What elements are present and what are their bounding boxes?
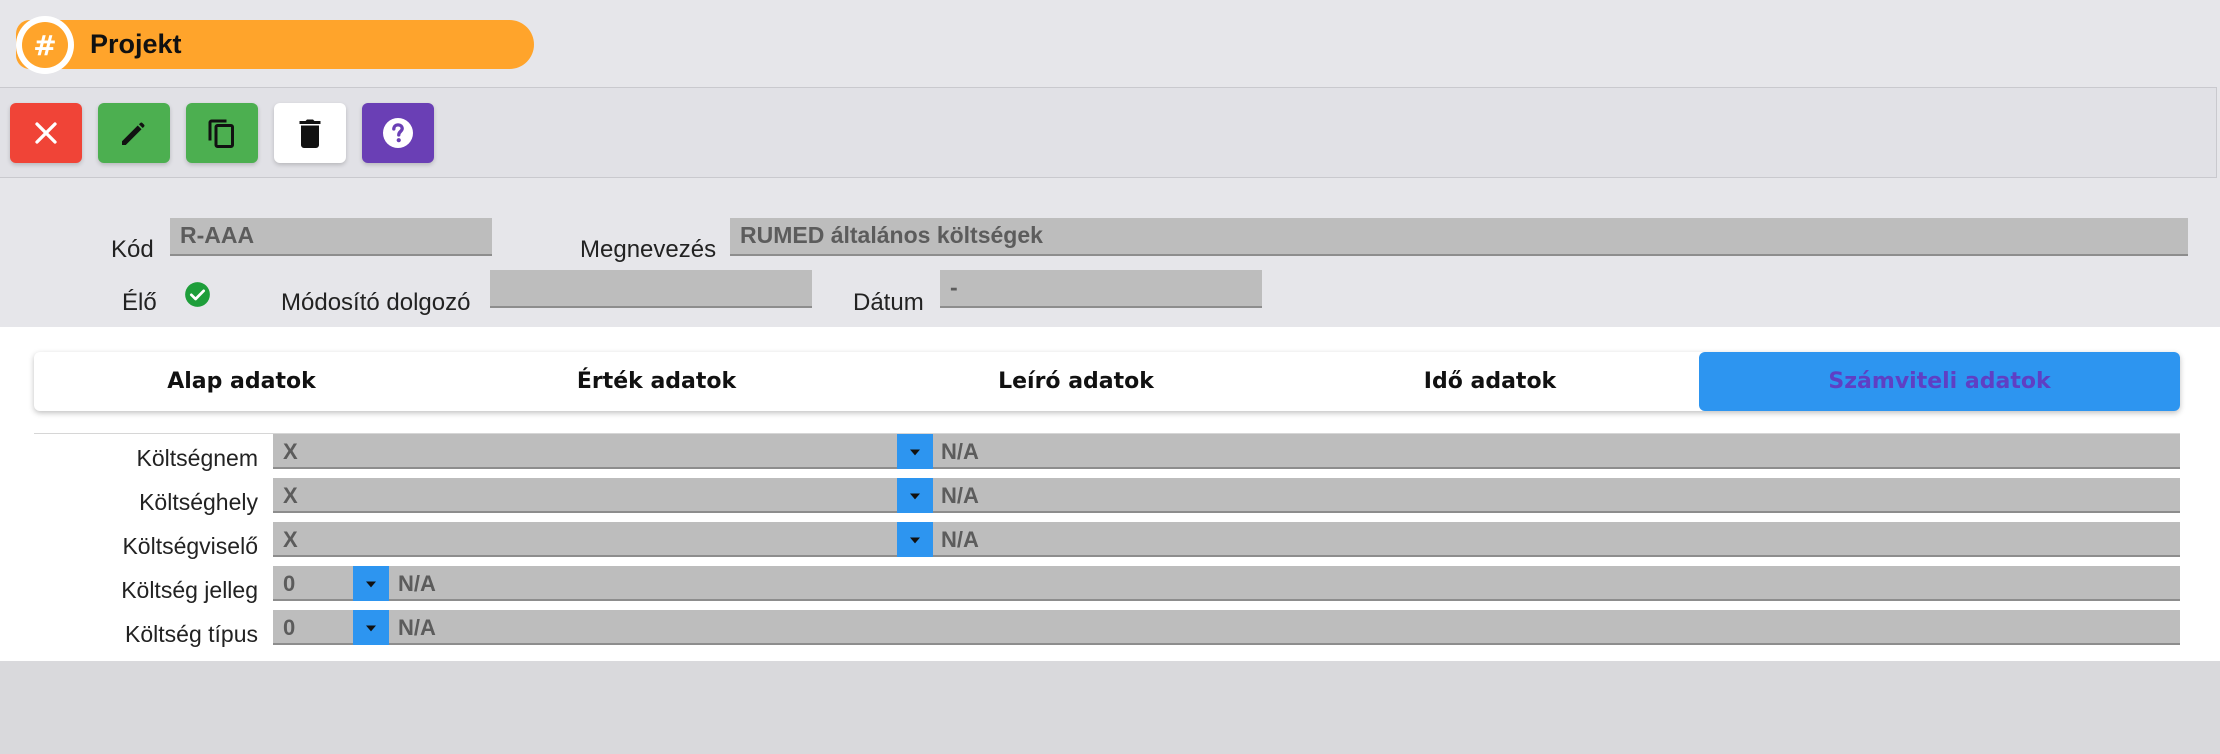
copy-icon bbox=[208, 119, 234, 148]
koltseg-jelleg-code: 0 bbox=[283, 571, 296, 596]
caret-down-icon bbox=[910, 493, 920, 499]
koltseg-tipus-code: 0 bbox=[283, 615, 296, 640]
koltsegviselo-select[interactable]: X N/A bbox=[273, 522, 2180, 557]
check-circle-icon[interactable] bbox=[184, 281, 211, 308]
delete-button[interactable] bbox=[274, 103, 346, 163]
megnevezes-label: Megnevezés bbox=[580, 236, 717, 263]
close-icon bbox=[35, 122, 57, 144]
tab-leiro-adatok[interactable]: Leíró adatok bbox=[864, 352, 1288, 411]
modosito-field[interactable] bbox=[490, 270, 812, 308]
koltsegnem-label: Költségnem bbox=[136, 445, 258, 471]
kod-field[interactable]: R-AAA bbox=[170, 218, 492, 256]
koltseghely-label: Költséghely bbox=[139, 489, 258, 515]
datum-label: Dátum bbox=[853, 289, 924, 316]
close-button[interactable] bbox=[10, 103, 82, 163]
tab-szamviteli-adatok[interactable]: Számviteli adatok bbox=[1699, 352, 2180, 411]
tab-alap-adatok[interactable]: Alap adatok bbox=[34, 352, 449, 411]
kod-label: Kód bbox=[111, 236, 154, 263]
koltseghely-select[interactable]: X N/A bbox=[273, 478, 2180, 513]
help-icon bbox=[383, 118, 413, 148]
koltseg-tipus-desc: N/A bbox=[398, 615, 436, 640]
koltsegviselo-desc: N/A bbox=[941, 527, 979, 552]
koltseg-tipus-dropdown[interactable] bbox=[353, 610, 389, 645]
header-area: # Projekt Kód R-AAA Megnevezés RUMED ált… bbox=[0, 0, 2220, 327]
koltseg-tipus-label: Költség típus bbox=[125, 621, 258, 647]
koltseghely-dropdown[interactable] bbox=[897, 478, 933, 513]
caret-down-icon bbox=[366, 625, 376, 631]
trash-icon bbox=[299, 119, 321, 148]
toolbar bbox=[0, 87, 2217, 178]
elo-label: Élő bbox=[122, 289, 157, 316]
hash-icon: # bbox=[16, 16, 74, 74]
pencil-icon bbox=[122, 122, 145, 145]
help-button[interactable] bbox=[362, 103, 434, 163]
caret-down-icon bbox=[910, 537, 920, 543]
title-icon-glyph: # bbox=[22, 22, 68, 68]
datum-field[interactable]: - bbox=[940, 270, 1262, 308]
koltsegnem-desc: N/A bbox=[941, 439, 979, 464]
koltsegviselo-label: Költségviselő bbox=[122, 533, 258, 559]
koltseg-tipus-select[interactable]: 0 N/A bbox=[273, 610, 2180, 645]
koltsegnem-select[interactable]: X N/A bbox=[273, 434, 2180, 469]
koltseghely-code: X bbox=[283, 483, 298, 508]
tab-ertek-adatok[interactable]: Érték adatok bbox=[449, 352, 864, 411]
caret-down-icon bbox=[910, 449, 920, 455]
edit-button[interactable] bbox=[98, 103, 170, 163]
koltsegnem-dropdown[interactable] bbox=[897, 434, 933, 469]
detail-panel: Alap adatok Érték adatok Leíró adatok Id… bbox=[0, 327, 2220, 661]
koltsegviselo-dropdown[interactable] bbox=[897, 522, 933, 557]
koltseg-jelleg-select[interactable]: 0 N/A bbox=[273, 566, 2180, 601]
tab-bar: Alap adatok Érték adatok Leíró adatok Id… bbox=[34, 352, 2180, 411]
page-title-bar: # Projekt bbox=[16, 16, 534, 74]
tab-ido-adatok[interactable]: Idő adatok bbox=[1288, 352, 1692, 411]
koltseg-jelleg-desc: N/A bbox=[398, 571, 436, 596]
megnevezes-field[interactable]: RUMED általános költségek bbox=[730, 218, 2188, 256]
koltsegnem-code: X bbox=[283, 439, 298, 464]
caret-down-icon bbox=[366, 581, 376, 587]
page-title: Projekt bbox=[90, 29, 182, 59]
copy-button[interactable] bbox=[186, 103, 258, 163]
koltseg-jelleg-label: Költség jelleg bbox=[121, 577, 258, 603]
modosito-label: Módosító dolgozó bbox=[281, 289, 471, 316]
koltseg-jelleg-dropdown[interactable] bbox=[353, 566, 389, 601]
koltseghely-desc: N/A bbox=[941, 483, 979, 508]
koltsegviselo-code: X bbox=[283, 527, 298, 552]
